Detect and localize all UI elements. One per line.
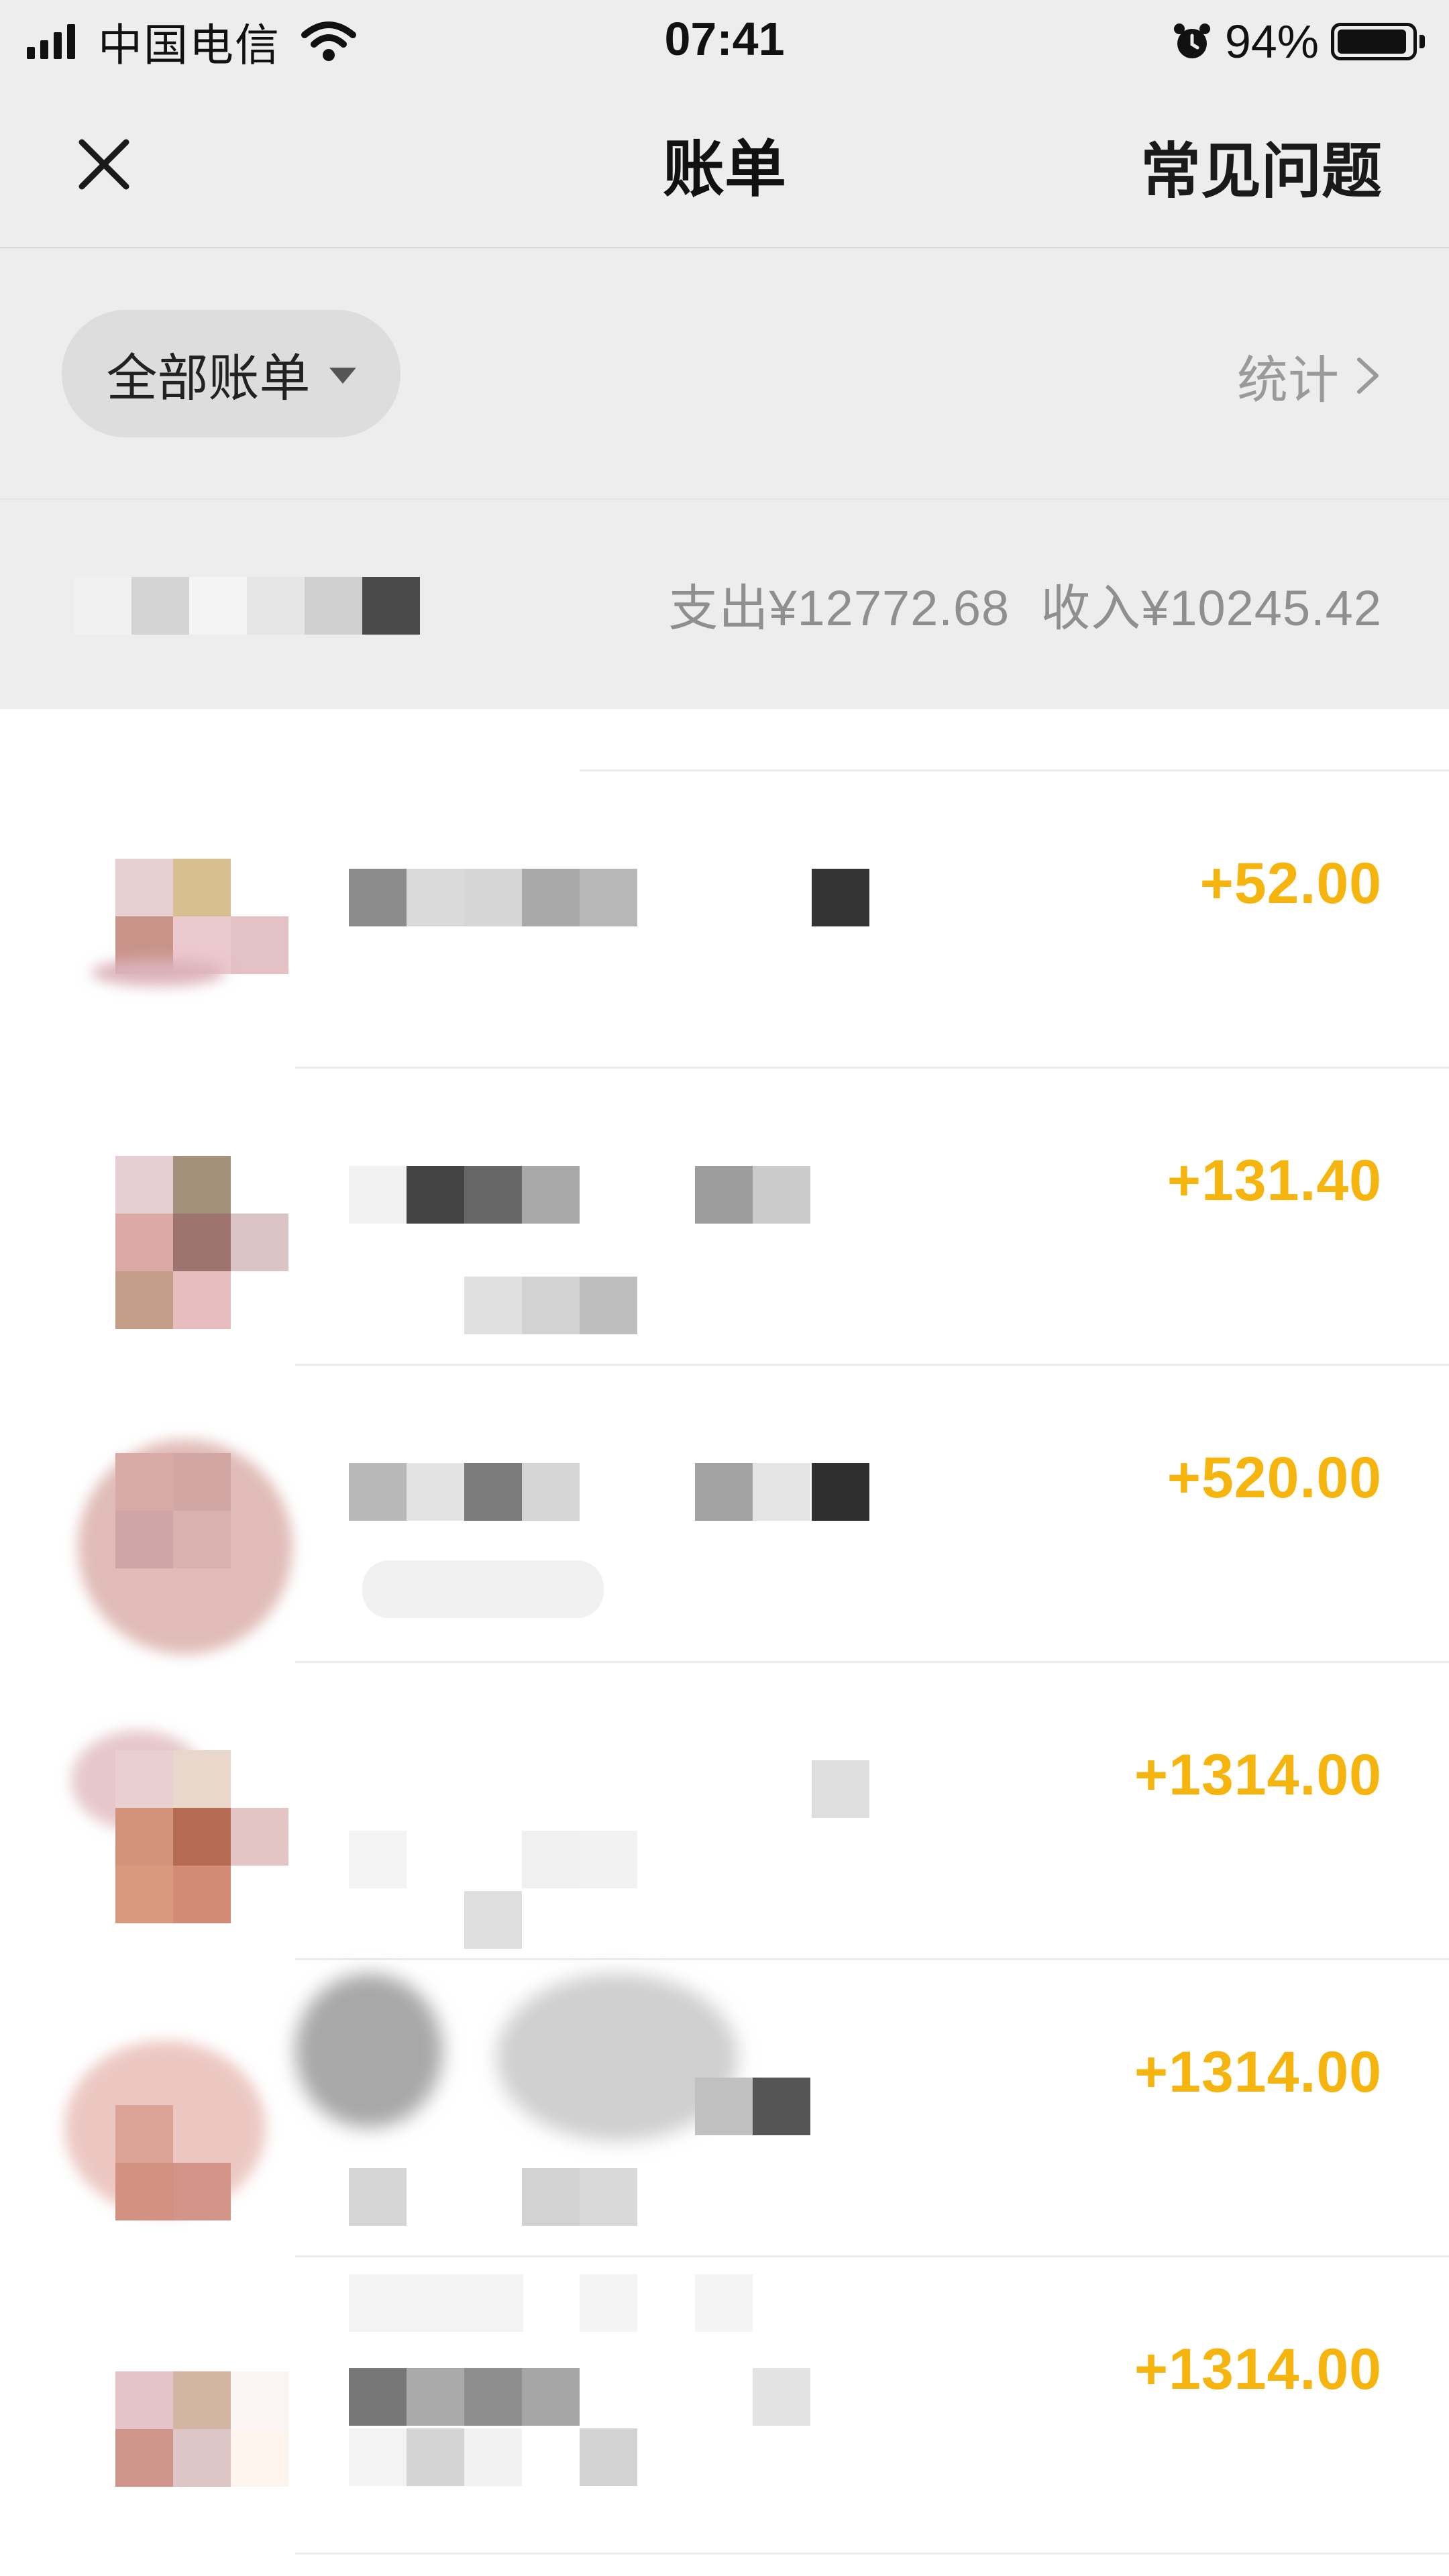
stats-label: 统计 [1237,352,1339,409]
avatar [64,1723,292,1923]
nav-bar: 账单 常见问题 [0,80,1449,248]
transaction-amount: +52.00 [1199,851,1382,916]
merchant-name [295,2368,885,2426]
battery-icon [1331,23,1417,60]
avatar [64,1426,292,1654]
status-right: 94% [1173,15,1425,68]
transaction-list: +52.00 +131.40 +520.00 +1314.00 +1314.00… [0,709,1449,2576]
stats-button[interactable]: 统计 [1237,339,1382,413]
merchant-name [295,869,885,926]
avatar [64,1129,292,1329]
transaction-time [295,1560,885,1618]
transaction-row[interactable]: +1314.00 [0,2257,1449,2555]
transaction-time [295,1831,885,1949]
transaction-row[interactable]: +131.40 [0,1069,1449,1366]
summary-bar: 支出¥12772.68 收入¥10245.42 [0,500,1449,709]
alarm-icon [1173,23,1210,58]
transaction-amount: +1314.00 [1134,2337,1382,2402]
transaction-time [295,2428,885,2486]
avatar [64,832,292,1006]
faq-button[interactable]: 常见问题 [1140,122,1382,209]
transaction-amount: +1314.00 [1134,2040,1382,2104]
chevron-right-icon [1357,358,1379,394]
transaction-amount: +520.00 [1167,1446,1382,1510]
transaction-row[interactable]: +520.00 [0,1366,1449,1663]
transaction-extra [295,2274,885,2332]
transaction-amount: +131.40 [1167,1148,1382,1213]
transaction-row[interactable]: +1314.00 [0,1663,1449,1960]
merchant-name [295,1760,885,1818]
summary-totals: 支出¥12772.68 收入¥10245.42 [668,568,1382,640]
avatar [64,2021,292,2220]
filter-bar: 全部账单 统计 [0,248,1449,500]
month-selector[interactable] [74,577,420,635]
transaction-amount: +1314.00 [1134,1743,1382,1807]
status-bar: 中国电信 07:41 94% [0,0,1449,80]
transaction-row[interactable]: +52.00 [0,771,1449,1069]
merchant-name [295,1166,885,1224]
battery-percent: 94% [1224,15,1319,68]
battery-fill [1338,30,1406,54]
battery-cap [1419,35,1425,48]
transaction-time [295,2168,885,2226]
expense-total: 支出¥12772.68 [668,580,1010,636]
filter-label: 全部账单 [106,350,311,407]
transaction-row[interactable]: +1314.00 [0,1960,1449,2257]
merchant-name [295,1463,885,1521]
transaction-time [295,1277,885,1334]
merchant-name [295,1974,885,2148]
avatar [64,2345,292,2519]
divider [295,2553,1449,2555]
bill-filter-dropdown[interactable]: 全部账单 [62,310,400,437]
income-total: 收入¥10245.42 [1040,580,1382,636]
caret-down-icon [329,368,356,384]
